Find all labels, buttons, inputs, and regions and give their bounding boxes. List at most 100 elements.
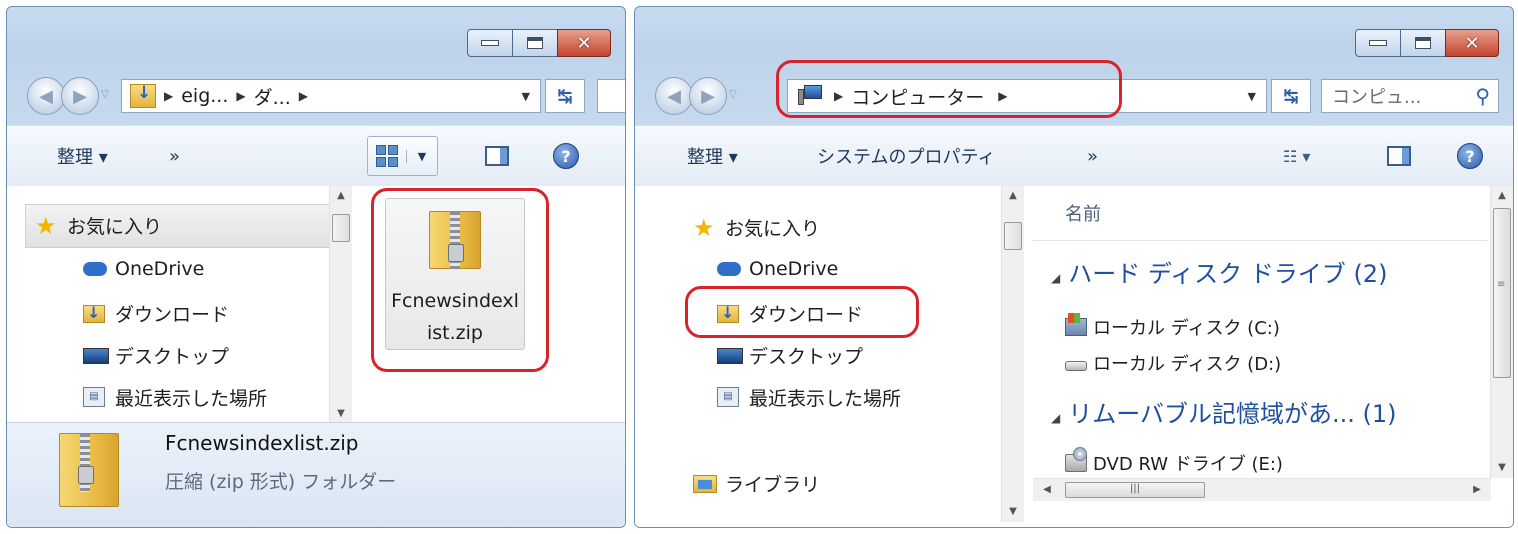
- refresh-button[interactable]: ↹: [1271, 79, 1311, 113]
- command-bar: 整理 ▾ » ▼ ?: [7, 125, 625, 187]
- nav-pane-scrollbar[interactable]: ▲ ▼: [329, 186, 352, 424]
- column-name-label: 名前: [1065, 204, 1101, 225]
- help-icon[interactable]: ?: [553, 143, 579, 169]
- file-list-pane: ▲ 名前 ◢ ハード ディスク ドライブ (2) ローカル ディスク (C:) ロ…: [1033, 186, 1513, 527]
- group-removable-storage[interactable]: ◢ リムーバブル記憶域があ... (1): [1051, 394, 1397, 429]
- address-bar[interactable]: ▶ eig... ▶ ダ... ▶ ▼: [121, 79, 541, 113]
- nav-downloads[interactable]: ダウンロード: [717, 300, 863, 327]
- cloud-icon: [717, 258, 741, 280]
- address-dropdown-icon[interactable]: ▼: [522, 90, 530, 103]
- scroll-up-icon[interactable]: ▲: [330, 186, 352, 206]
- drive-d[interactable]: ローカル ディスク (D:): [1065, 350, 1281, 376]
- forward-arrow-icon: ▶: [73, 85, 87, 107]
- more-commands-button[interactable]: »: [1087, 146, 1098, 167]
- scroll-thumb[interactable]: [332, 214, 350, 242]
- nav-pane-scrollbar[interactable]: ▲ ▼: [1001, 186, 1024, 522]
- nav-recent[interactable]: ▤ 最近表示した場所: [717, 384, 901, 411]
- details-pane: Fcnewsindexlist.zip 圧縮 (zip 形式) フォルダー: [7, 422, 625, 527]
- scroll-up-icon[interactable]: ▲: [1491, 186, 1513, 206]
- downloads-folder-icon: [130, 83, 156, 108]
- forward-button[interactable]: ▶: [61, 77, 99, 115]
- forward-button[interactable]: ▶: [689, 77, 727, 115]
- scroll-thumb[interactable]: ≡: [1493, 208, 1511, 378]
- preview-pane-icon[interactable]: [1387, 146, 1411, 166]
- recent-pages-dropdown[interactable]: ▽: [729, 89, 741, 101]
- drive-c[interactable]: ローカル ディスク (C:): [1065, 313, 1280, 340]
- breadcrumb-separator-icon[interactable]: ▶: [834, 89, 843, 103]
- refresh-icon: ↹: [557, 85, 573, 107]
- minimize-button[interactable]: [467, 29, 513, 57]
- explorer-window-left: ✕ ◀ ▶ ▽ ▶ eig... ▶ ダ... ▶ ▼ ↹ 整理 ▾ » ▼ ?: [6, 6, 626, 528]
- view-dropdown-icon[interactable]: ▼: [406, 149, 437, 163]
- file-list-vertical-scrollbar[interactable]: ▲ ≡ ▼: [1490, 186, 1513, 478]
- breadcrumb-separator-icon[interactable]: ▶: [998, 89, 1007, 103]
- close-button[interactable]: ✕: [1445, 29, 1499, 57]
- drive-e-label: DVD RW ドライブ (E:): [1093, 454, 1283, 475]
- breadcrumb-separator-icon[interactable]: ▶: [164, 89, 173, 103]
- scroll-right-icon[interactable]: ▶: [1467, 479, 1487, 501]
- search-icon[interactable]: ⚲: [1475, 84, 1490, 108]
- minimize-button[interactable]: [1355, 29, 1401, 57]
- breadcrumb-computer[interactable]: コンピューター: [851, 83, 984, 110]
- breadcrumb-separator-icon[interactable]: ▶: [236, 89, 245, 103]
- change-view-button[interactable]: ▼: [367, 136, 438, 176]
- nav-libraries[interactable]: ライブラリ: [693, 470, 820, 497]
- close-button[interactable]: ✕: [557, 29, 611, 57]
- breadcrumb-separator-icon[interactable]: ▶: [299, 89, 308, 103]
- content-area: ★ お気に入り OneDrive ダウンロード デスクトップ ▤ 最近表示した場…: [635, 186, 1513, 527]
- details-view-icon[interactable]: ☷ ▾: [1283, 147, 1310, 166]
- column-header-name[interactable]: 名前: [1033, 186, 1487, 241]
- search-input[interactable]: コンピュ... ⚲: [1321, 79, 1499, 113]
- drive-c-label: ローカル ディスク (C:): [1093, 318, 1280, 339]
- scroll-down-icon[interactable]: ▼: [1002, 502, 1024, 522]
- scroll-down-icon[interactable]: ▼: [1491, 458, 1513, 478]
- organize-menu[interactable]: 整理 ▾: [687, 143, 738, 169]
- recent-pages-dropdown[interactable]: ▽: [101, 89, 113, 101]
- nav-favorites-label: お気に入り: [725, 218, 821, 240]
- preview-pane-icon[interactable]: [485, 146, 509, 166]
- collapse-triangle-icon[interactable]: ◢: [1051, 271, 1060, 285]
- breadcrumb-downloads[interactable]: ダ...: [254, 83, 291, 110]
- scroll-up-icon[interactable]: ▲: [1002, 186, 1024, 206]
- help-icon[interactable]: ?: [1457, 143, 1483, 169]
- group-hard-disk-drives[interactable]: ◢ ハード ディスク ドライブ (2): [1051, 254, 1387, 289]
- breadcrumb-user[interactable]: eig...: [181, 85, 228, 107]
- nav-onedrive[interactable]: OneDrive: [717, 258, 838, 280]
- back-button[interactable]: ◀: [655, 77, 693, 115]
- large-icons-view-icon: [376, 145, 398, 167]
- caption-buttons: ✕: [1355, 29, 1499, 59]
- collapse-triangle-icon[interactable]: ◢: [1051, 411, 1060, 425]
- file-list-horizontal-scrollbar[interactable]: ◀ ||| ▶: [1033, 478, 1491, 501]
- content-area: ★ お気に入り OneDrive ダウンロード デスクトップ ▤ 最近表示した場…: [7, 186, 625, 527]
- file-item-zip[interactable]: Fcnewsindexlist.zip: [385, 198, 525, 350]
- nav-desktop[interactable]: デスクトップ: [717, 342, 863, 369]
- cloud-icon: [83, 258, 107, 280]
- group-hdd-label: ハード ディスク ドライブ (2): [1068, 260, 1388, 288]
- nav-recent[interactable]: ▤ 最近表示した場所: [83, 384, 267, 411]
- nav-onedrive[interactable]: OneDrive: [83, 258, 204, 280]
- search-input[interactable]: [597, 79, 625, 113]
- drive-e[interactable]: DVD RW ドライブ (E:): [1065, 447, 1283, 476]
- nav-desktop[interactable]: デスクトップ: [83, 342, 229, 369]
- maximize-button[interactable]: [512, 29, 558, 57]
- scroll-left-icon[interactable]: ◀: [1037, 479, 1057, 501]
- nav-downloads[interactable]: ダウンロード: [83, 300, 229, 327]
- nav-favorites[interactable]: ★ お気に入り: [35, 212, 162, 239]
- scroll-thumb[interactable]: [1004, 222, 1022, 250]
- scroll-down-icon[interactable]: ▼: [330, 404, 352, 424]
- maximize-button[interactable]: [1400, 29, 1446, 57]
- refresh-button[interactable]: ↹: [545, 79, 585, 113]
- organize-menu[interactable]: 整理 ▾: [57, 143, 108, 169]
- h-scroll-thumb[interactable]: |||: [1065, 482, 1205, 498]
- minimize-icon: [1369, 40, 1387, 46]
- address-bar[interactable]: ▶ コンピューター ▶ ▼: [787, 79, 1267, 113]
- navigation-pane: ★ お気に入り OneDrive ダウンロード デスクトップ ▤ 最近表示した場…: [635, 186, 1027, 527]
- star-icon: ★: [693, 213, 715, 242]
- group-removable-label: リムーバブル記憶域があ... (1): [1068, 400, 1397, 428]
- address-dropdown-icon[interactable]: ▼: [1248, 90, 1256, 103]
- nav-favorites[interactable]: ★ お気に入り: [693, 214, 820, 241]
- back-button[interactable]: ◀: [27, 77, 65, 115]
- more-commands-button[interactable]: »: [169, 146, 180, 167]
- details-file-name: Fcnewsindexlist.zip: [165, 431, 359, 455]
- system-properties-button[interactable]: システムのプロパティ: [817, 143, 995, 169]
